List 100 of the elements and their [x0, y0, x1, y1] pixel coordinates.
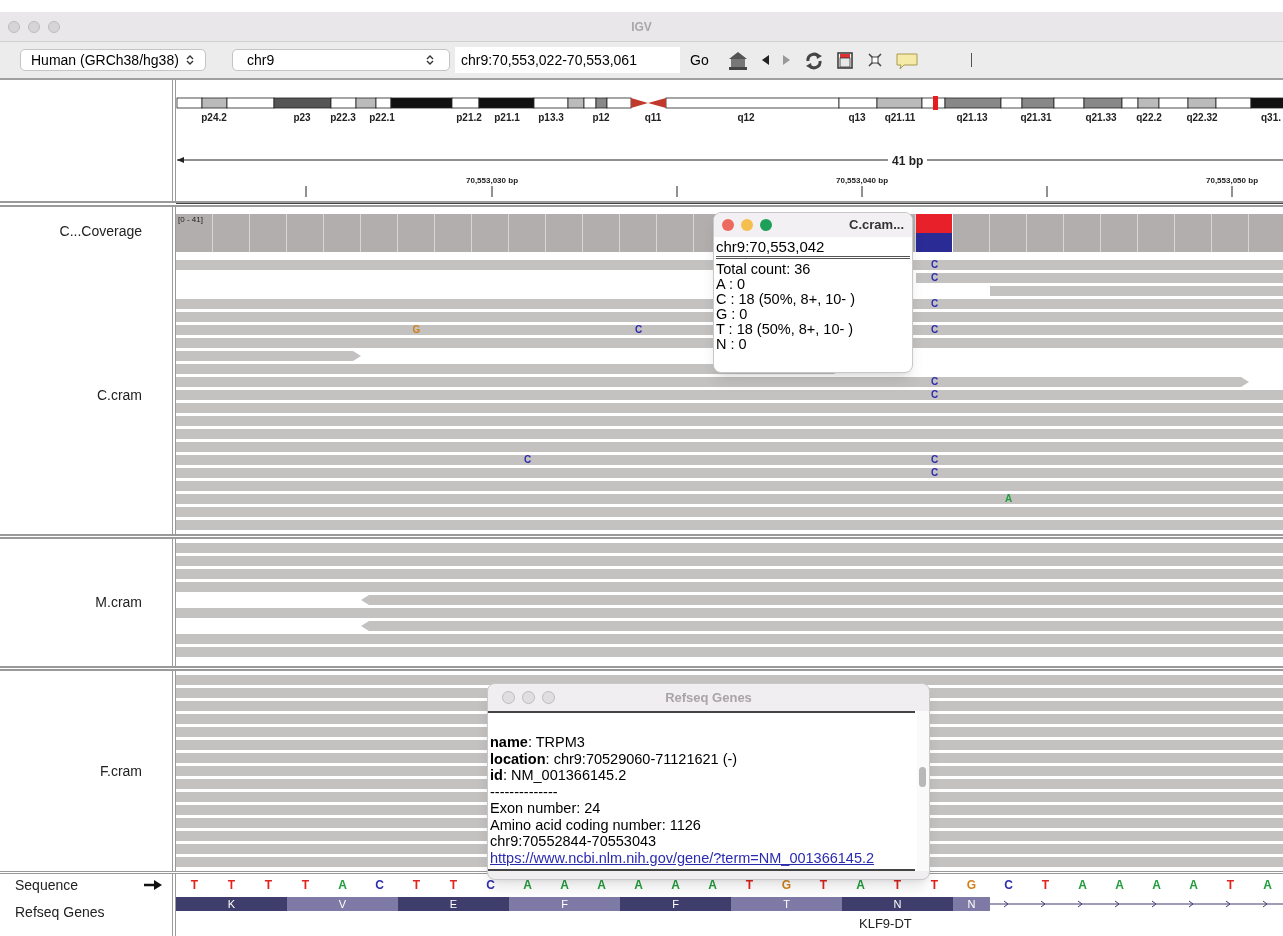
info-line: chr9:70552844-70553043 [490, 833, 658, 850]
sequence-base: T [818, 877, 829, 894]
amino-acid-block: V [287, 897, 398, 911]
cytoband-label: p21.2 [456, 111, 482, 125]
mismatch-base: C [522, 455, 533, 465]
cytoband-label: p22.1 [369, 111, 395, 125]
mismatch-base: C [929, 260, 940, 270]
chromosome-dropdown[interactable]: chr9 [232, 49, 450, 71]
cytoband-label: q21.13 [956, 111, 988, 125]
mismatch-base: C [929, 377, 940, 387]
coverage-bar [176, 214, 213, 252]
cytoband-label: q13 [848, 111, 866, 125]
coverage-bar [620, 214, 657, 252]
window-control-icon[interactable] [8, 20, 20, 33]
sequence-base: A [707, 877, 718, 894]
sequence-base: T [300, 877, 311, 894]
amino-acid-block: F [620, 897, 731, 911]
scrollbar-thumb[interactable] [919, 767, 926, 787]
amino-acid-block: N [842, 897, 953, 911]
count-line: Total count: 36 [716, 262, 812, 277]
window-control-icon[interactable] [760, 219, 772, 231]
coverage-bar [361, 214, 398, 252]
coverage-bar [953, 214, 990, 252]
coverage-bar [435, 214, 472, 252]
sequence-base: T [411, 877, 422, 894]
coverage-bar [509, 214, 546, 252]
location-label: chr9:70,553,042 [716, 237, 910, 259]
sequence-base: A [1077, 877, 1088, 894]
cytoband-label: p23 [293, 111, 311, 125]
sequence-base: A [1188, 877, 1199, 894]
sequence-base: T [263, 877, 274, 894]
home-icon[interactable] [726, 49, 749, 71]
mismatch-base: C [929, 468, 940, 478]
mismatch-base: C [929, 299, 940, 309]
sequence-base: T [744, 877, 755, 894]
coverage-bar [398, 214, 435, 252]
cytoband-label: p12 [592, 111, 610, 125]
sequence-base: C [1003, 877, 1014, 894]
cytoband-label: p24.2 [201, 111, 227, 125]
info-line: Exon number: 24 [490, 800, 602, 817]
track-name: M.cram [95, 593, 142, 612]
amino-acid-block: E [398, 897, 509, 911]
genome-dropdown[interactable]: Human (GRCh38/hg38) [20, 49, 206, 71]
coverage-bar [1064, 214, 1101, 252]
mismatch-base: C [633, 325, 644, 335]
mismatch-base: C [929, 390, 940, 400]
amino-acid-block: N [953, 897, 990, 911]
cytoband-label: q21.11 [884, 111, 916, 125]
window-control-icon[interactable] [741, 219, 753, 231]
tick-label: 70,553,040 bp [836, 175, 888, 187]
sequence-base: A [1114, 877, 1125, 894]
sequence-base: A [1151, 877, 1162, 894]
coverage-bar [287, 214, 324, 252]
ruler-icon[interactable] [834, 49, 855, 71]
sequence-base: T [448, 877, 459, 894]
coverage-bar [1101, 214, 1138, 252]
sequence-base: A [559, 877, 570, 894]
window-control-icon[interactable] [522, 691, 535, 704]
sequence-base: A [1262, 877, 1273, 894]
coverage-bar [583, 214, 620, 252]
cytoband-label: q21.33 [1085, 111, 1117, 125]
coverage-bar [1249, 214, 1283, 252]
count-line: N : 0 [716, 337, 748, 352]
track-name: C.cram [96, 385, 142, 405]
mismatch-base: G [411, 325, 422, 335]
sequence-base: T [226, 877, 237, 894]
tick-label: 70,553,050 bp [1206, 175, 1258, 187]
window-control-icon[interactable] [48, 20, 60, 33]
window-control-icon[interactable] [542, 691, 555, 704]
sequence-base: A [670, 877, 681, 894]
count-line: G : 0 [716, 307, 749, 322]
mismatch-base: C [929, 455, 940, 465]
coverage-bar [213, 214, 250, 252]
cytoband-label: p21.1 [494, 111, 520, 125]
locus-field[interactable]: chr9:70,553,022-70,553,061 [455, 47, 680, 73]
window-control-icon[interactable] [502, 691, 515, 704]
info-line: -------------- [490, 783, 559, 800]
cytoband-label: p22.3 [330, 111, 356, 125]
track-name: Sequence [15, 875, 79, 895]
sequence-base: G [965, 877, 978, 894]
window-control-icon[interactable] [722, 219, 734, 231]
url-link[interactable]: https://www.ncbi.nlm.nih.gov/gene/?term=NM_001366145.2 [490, 849, 915, 866]
window-title: IGV [631, 18, 652, 36]
go-button[interactable]: Go [688, 49, 711, 71]
cytoband-label: q11 [644, 111, 662, 125]
sequence-base: T [929, 877, 940, 894]
chevrons-icon [425, 54, 435, 66]
coverage-bar [546, 214, 583, 252]
cytoband-label: q12 [737, 111, 755, 125]
cytoband-label: q22.2 [1136, 111, 1162, 125]
strand-arrow-icon[interactable] [144, 880, 162, 890]
info-line: id: NM_001366145.2 [490, 767, 628, 784]
info-line: Amino acid coding number: 1126 [490, 816, 702, 833]
sequence-base: C [374, 877, 385, 894]
coverage-bar [990, 214, 1027, 252]
sequence-base: A [596, 877, 607, 894]
window-control-icon[interactable] [28, 20, 40, 33]
sequence-base: C [485, 877, 496, 894]
track-name: F.cram [100, 761, 142, 781]
sequence-base: T [892, 877, 903, 894]
